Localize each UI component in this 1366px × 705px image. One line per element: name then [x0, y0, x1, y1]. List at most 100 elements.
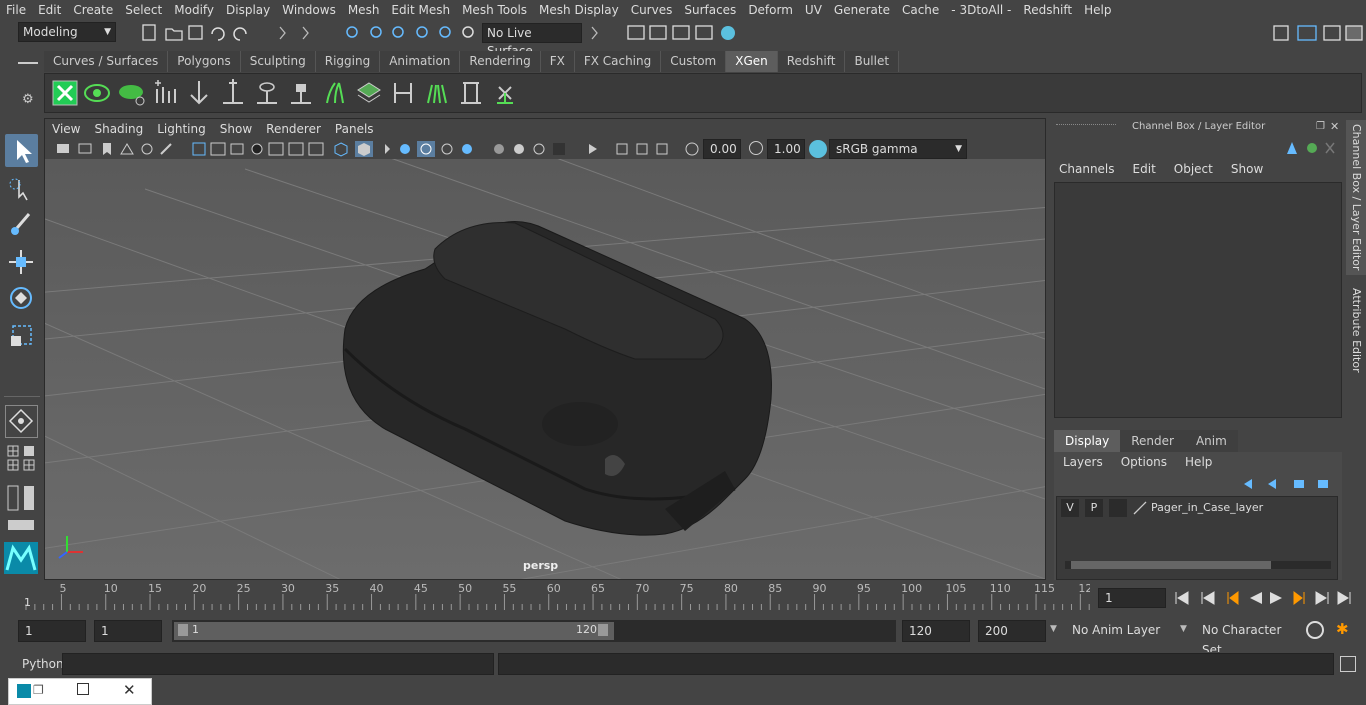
sculpt-guides-icon[interactable] [321, 79, 349, 107]
guide-visibility-icon[interactable] [253, 79, 281, 107]
interactive-groom-icon[interactable] [423, 79, 451, 107]
menu-mesh-display[interactable]: Mesh Display [533, 3, 625, 17]
menu-uv[interactable]: UV [799, 3, 828, 17]
menu-modify[interactable]: Modify [168, 3, 220, 17]
layer-menu-help[interactable]: Help [1176, 455, 1221, 469]
menu-mesh-tools[interactable]: Mesh Tools [456, 3, 533, 17]
xgen-editor-icon[interactable] [51, 79, 79, 107]
range-slider-end-handle[interactable] [598, 624, 608, 636]
layer-menu-options[interactable]: Options [1112, 455, 1176, 469]
channel-list[interactable] [1054, 182, 1342, 418]
lock-guide-icon[interactable] [287, 79, 315, 107]
command-language-label[interactable]: Python [22, 657, 64, 671]
auto-key-icon[interactable] [1306, 621, 1324, 639]
shelf-tab-polygons[interactable]: Polygons [168, 51, 241, 72]
layer-playback-toggle[interactable]: P [1085, 499, 1103, 517]
animation-preferences-icon[interactable]: ✱ [1336, 620, 1349, 638]
workspace-icons[interactable] [1270, 23, 1364, 43]
playback-end-field[interactable]: 120 [902, 620, 970, 642]
add-guide-icon[interactable] [151, 79, 179, 107]
viewport-menu-panels[interactable]: Panels [328, 122, 381, 136]
layer-tab-anim[interactable]: Anim [1184, 430, 1238, 452]
maximize-icon[interactable] [77, 683, 89, 695]
show-manipulator-tool[interactable] [5, 405, 38, 438]
animation-end-field[interactable]: 200 [978, 620, 1046, 642]
paint-select-tool[interactable] [5, 208, 38, 241]
quick-layout-icons[interactable] [6, 444, 38, 474]
shelf-tab-fx[interactable]: FX [540, 51, 575, 72]
range-slider-thumb[interactable] [174, 622, 614, 640]
shelf-tab-redshift[interactable]: Redshift [777, 51, 846, 72]
color-space-dropdown[interactable]: sRGB gamma ▼ [829, 139, 967, 159]
rotate-tool[interactable] [5, 282, 38, 315]
3d-viewport[interactable]: persp [45, 159, 1045, 579]
shelf-menu-icon[interactable] [18, 56, 38, 70]
restore-icon[interactable]: ❐ [33, 683, 44, 697]
current-frame-field[interactable]: 1 [1098, 588, 1166, 608]
viewport-toolbar-icons[interactable] [55, 140, 715, 158]
shelf-tab-rigging[interactable]: Rigging [315, 51, 381, 72]
range-slider[interactable]: 1 120 [172, 620, 896, 642]
float-panel-icon[interactable]: ❐ [1316, 121, 1325, 132]
menu-edit-mesh[interactable]: Edit Mesh [385, 3, 456, 17]
channels-menu-show[interactable]: Show [1222, 162, 1272, 180]
groom-layers-icon[interactable] [355, 79, 383, 107]
shelf-tab-xgen[interactable]: XGen [726, 51, 778, 72]
viewport-menu-renderer[interactable]: Renderer [259, 122, 328, 136]
file-toolbar-icons[interactable] [140, 23, 480, 43]
move-tool[interactable] [5, 246, 38, 279]
viewport-menu-lighting[interactable]: Lighting [150, 122, 213, 136]
lasso-tool[interactable] [5, 172, 38, 205]
xgen-preview-icon[interactable] [83, 79, 111, 107]
panel-grip[interactable] [1056, 124, 1116, 128]
delete-groom-icon[interactable] [491, 79, 519, 107]
groom-brush-icon[interactable] [457, 79, 485, 107]
panel-mode-icons[interactable] [1286, 140, 1342, 156]
layer-visibility-toggle[interactable]: V [1061, 499, 1079, 517]
range-slider-start-handle[interactable] [178, 624, 188, 636]
layer-color-icon[interactable] [1133, 501, 1147, 515]
menu-help[interactable]: Help [1078, 3, 1117, 17]
layer-display-type-toggle[interactable] [1109, 499, 1127, 517]
shelf-tab-bullet[interactable]: Bullet [845, 51, 900, 72]
menu-3dtoall[interactable]: - 3DtoAll - [945, 3, 1017, 17]
shelf-settings-icon[interactable]: ⚙ [22, 92, 34, 107]
gamma-field[interactable]: 1.00 [767, 139, 805, 159]
shelf-tab-animation[interactable]: Animation [380, 51, 461, 72]
side-tab-attribute-editor[interactable]: Attribute Editor [1346, 280, 1366, 380]
mode-dropdown[interactable]: Modeling ▼ [18, 22, 116, 42]
channels-menu-object[interactable]: Object [1165, 162, 1222, 180]
viewport-menu-shading[interactable]: Shading [87, 122, 150, 136]
anim-layer-field[interactable]: No Anim Layer [1066, 620, 1174, 642]
playback-controls[interactable] [1172, 588, 1358, 608]
layer-tab-render[interactable]: Render [1120, 430, 1185, 452]
side-tab-channel-box[interactable]: Channel Box / Layer Editor [1346, 120, 1366, 275]
chevron-down-icon[interactable]: ▼ [1180, 624, 1187, 634]
select-tool[interactable] [5, 134, 38, 167]
menu-file[interactable]: File [0, 3, 32, 17]
layer-name[interactable]: Pager_in_Case_layer [1151, 501, 1263, 514]
outliner-layout-icons[interactable] [6, 482, 38, 542]
menu-redshift[interactable]: Redshift [1017, 3, 1078, 17]
animation-start-field[interactable]: 1 [18, 620, 86, 642]
menu-display[interactable]: Display [220, 3, 276, 17]
shelf-tab-custom[interactable]: Custom [661, 51, 727, 72]
close-icon[interactable]: ✕ [1330, 120, 1339, 133]
channels-menu-channels[interactable]: Channels [1050, 162, 1124, 180]
layer-scrollbar-thumb[interactable] [1071, 561, 1271, 569]
guide-to-curve-icon[interactable] [389, 79, 417, 107]
menu-select[interactable]: Select [119, 3, 168, 17]
menu-mesh[interactable]: Mesh [342, 3, 386, 17]
script-editor-icon[interactable] [1340, 656, 1356, 672]
layer-tab-display[interactable]: Display [1054, 430, 1121, 452]
viewport-menu-show[interactable]: Show [213, 122, 259, 136]
character-set-field[interactable]: No Character Set [1196, 620, 1296, 657]
layer-row[interactable]: V P Pager_in_Case_layer [1059, 499, 1337, 517]
time-slider[interactable]: 5 10 15 20 25 30 35 40 45 50 55 60 65 70 75 80 85 90 95 100… [18, 582, 1092, 612]
shelf-tab-rendering[interactable]: Rendering [460, 51, 541, 72]
menu-deform[interactable]: Deform [742, 3, 799, 17]
menu-windows[interactable]: Windows [276, 3, 342, 17]
layer-menu-layers[interactable]: Layers [1054, 455, 1112, 469]
menu-surfaces[interactable]: Surfaces [678, 3, 742, 17]
insert-guide-icon[interactable] [219, 79, 247, 107]
